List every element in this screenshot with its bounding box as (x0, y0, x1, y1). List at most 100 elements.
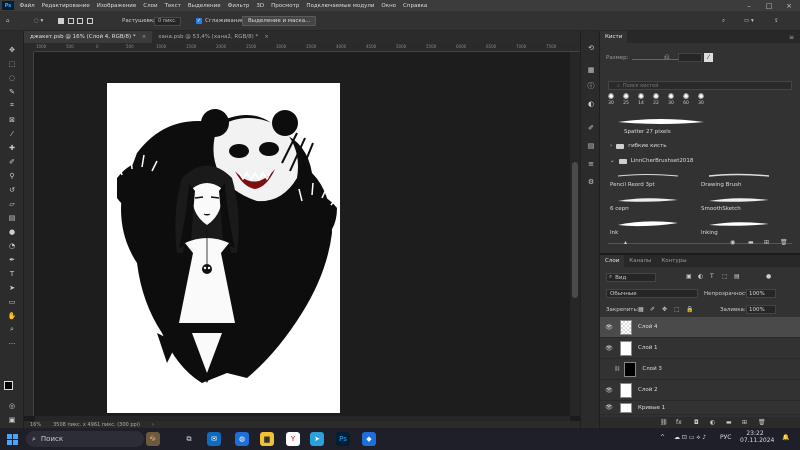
swatches-icon[interactable]: ▤ (586, 141, 596, 151)
clone-stamp-tool-icon[interactable]: ⚲ (6, 171, 18, 180)
photoshop-taskbar-icon[interactable]: Ps (336, 432, 350, 446)
brush-item[interactable]: SmoothSketch (701, 194, 792, 214)
lock-pixels-icon[interactable]: ✐ (650, 306, 655, 313)
minimize-button[interactable]: – (742, 0, 756, 11)
vertical-scrollbar[interactable] (570, 52, 580, 416)
windows-start-icon[interactable] (7, 433, 18, 445)
panel-menu-icon[interactable]: ≡ (789, 34, 794, 41)
history-icon[interactable]: ⟲ (586, 43, 596, 53)
tab-channels[interactable]: Каналы (624, 255, 656, 267)
edge-icon[interactable]: ◍ (235, 432, 249, 446)
eraser-tool-icon[interactable]: ▱ (6, 199, 18, 208)
gradient-tool-icon[interactable]: ▤ (6, 213, 18, 222)
properties-icon[interactable]: ⚙ (586, 177, 596, 187)
filter-toggle-icon[interactable]: ● (766, 273, 771, 280)
reset-icon[interactable]: ⎌ (664, 53, 670, 62)
more-tools-icon[interactable]: ··· (6, 339, 18, 348)
filter-type-icon[interactable]: T (710, 273, 714, 280)
shape-tool-icon[interactable]: ▭ (6, 297, 18, 306)
path-select-tool-icon[interactable]: ➤ (6, 283, 18, 292)
workspace-icon[interactable]: ▭ ▾ (744, 15, 754, 27)
menu-help[interactable]: Справка (400, 3, 431, 9)
quick-select-tool-icon[interactable]: ✎ (6, 87, 18, 96)
libraries-icon[interactable]: ≡ (586, 159, 596, 169)
selection-mode-icons[interactable] (58, 15, 93, 27)
healing-brush-tool-icon[interactable]: ✚ (6, 143, 18, 152)
tray-chevron-icon[interactable]: ^ (660, 434, 665, 441)
clock[interactable]: 23:22 07.11.2024 (740, 430, 774, 444)
layer-row[interactable]: 👁 Кривые 1 (600, 401, 800, 415)
filter-shape-icon[interactable]: ⬚ (722, 273, 728, 280)
brush-folder-1[interactable]: › гибкие кисть (610, 141, 792, 151)
brush-item[interactable]: Drawing Brush (701, 170, 792, 190)
menu-filter[interactable]: Фильтр (224, 3, 253, 9)
preset-brush[interactable]: ✺ 22 (649, 93, 663, 109)
visibility-eye-icon[interactable]: 👁 (600, 324, 618, 331)
brush-view-icon[interactable]: ◉ (730, 239, 735, 246)
close-tab-icon[interactable]: × (264, 34, 269, 40)
brush-size-input[interactable] (678, 53, 702, 62)
crop-tool-icon[interactable]: ⌗ (6, 101, 18, 110)
preset-brush[interactable]: ✺ 14 (634, 93, 648, 109)
menu-type[interactable]: Текст (161, 3, 184, 9)
file-explorer-icon[interactable]: ▆ (260, 432, 274, 446)
search-icon[interactable]: ⌕ (722, 15, 725, 27)
maximize-button[interactable]: □ (762, 0, 776, 11)
marquee-tool-icon[interactable]: ⬚ (6, 59, 18, 68)
menu-window[interactable]: Окно (378, 3, 400, 9)
new-brush-icon[interactable]: ⊞ (764, 239, 769, 246)
scrollbar-thumb[interactable] (572, 162, 578, 298)
app-icon[interactable]: ◆ (362, 432, 376, 446)
tab-paths[interactable]: Контуры (656, 255, 691, 267)
lock-transparent-icon[interactable]: ▦ (638, 306, 644, 313)
tab-layers[interactable]: Слои (600, 255, 625, 267)
menu-plugins[interactable]: Подключаемые модули (303, 3, 378, 9)
add-mask-icon[interactable]: ◘ (694, 419, 699, 426)
menu-3d[interactable]: 3D (253, 3, 268, 9)
adjustment-layer-icon[interactable]: ◐ (710, 419, 715, 426)
tab-document-2[interactable]: хана.psb @ 53,4% (хана2, RGB/8) * × (152, 31, 275, 43)
menu-select[interactable]: Выделение (184, 3, 224, 9)
preset-brush[interactable]: ✺ 30 (694, 93, 708, 109)
menu-file[interactable]: Файл (16, 3, 38, 9)
brush-settings-icon[interactable]: ✐ (586, 123, 596, 133)
brush-item[interactable]: Inking (701, 218, 792, 238)
tray-icons[interactable]: ☁ ⊡ ▭ ⟡ ♪ (674, 434, 706, 442)
brush-tool-icon[interactable]: ✐ (6, 157, 18, 166)
screen-mode-icon[interactable]: ▣ (6, 415, 18, 424)
type-tool-icon[interactable]: T (6, 269, 18, 278)
adjustments-icon[interactable]: ◐ (586, 99, 596, 109)
preset-brush[interactable]: ✺ 60 (679, 93, 693, 109)
eyedropper-tool-icon[interactable]: ⁄ (6, 129, 18, 138)
layer-row[interactable]: ⛓ Слой 3 (600, 359, 800, 380)
foreground-color-swatch[interactable] (4, 381, 13, 390)
menu-layers[interactable]: Слои (140, 3, 161, 9)
share-icon[interactable]: ⇪ (774, 15, 779, 27)
pen-tool-icon[interactable]: ✒ (6, 255, 18, 264)
yandex-browser-icon[interactable]: Y (286, 432, 300, 446)
brush-search-input[interactable]: ⌕ Поиск кистей (608, 81, 792, 90)
menu-edit[interactable]: Редактирование (38, 3, 93, 9)
home-icon[interactable]: ⌂ (6, 15, 10, 27)
menu-view[interactable]: Просмотр (268, 3, 303, 9)
link-layers-icon[interactable]: ⛓ (660, 419, 668, 426)
lock-artboard-icon[interactable]: ⬚ (674, 306, 680, 313)
search-highlight-icon[interactable]: 🐐 (146, 432, 160, 446)
document-canvas[interactable] (107, 83, 340, 413)
dodge-tool-icon[interactable]: ◔ (6, 241, 18, 250)
visibility-eye-icon[interactable]: 👁 (600, 345, 618, 352)
notification-icon[interactable]: 🔔 (782, 434, 789, 441)
move-tool-icon[interactable]: ✥ (6, 45, 18, 54)
brush-stroke-preview[interactable] (616, 117, 706, 127)
outlook-icon[interactable]: ✉ (207, 432, 221, 446)
tab-document-1[interactable]: джакет.psb @ 16% (Слой 4, RGB/8) * × (24, 31, 153, 43)
preset-brush[interactable]: ✺ 30 (604, 93, 618, 109)
fill-input[interactable]: 100% (746, 305, 776, 314)
layer-row[interactable]: 👁 Слой 1 (600, 338, 800, 359)
trash-icon[interactable]: 🗑 (780, 239, 788, 246)
close-tab-icon[interactable]: × (142, 34, 147, 40)
slider-handle-icon[interactable]: ▴ (624, 239, 627, 246)
zoom-tool-icon[interactable]: ⌕ (6, 325, 18, 334)
blur-tool-icon[interactable]: ● (6, 227, 18, 236)
blend-mode-select[interactable]: Обычные (606, 289, 698, 298)
